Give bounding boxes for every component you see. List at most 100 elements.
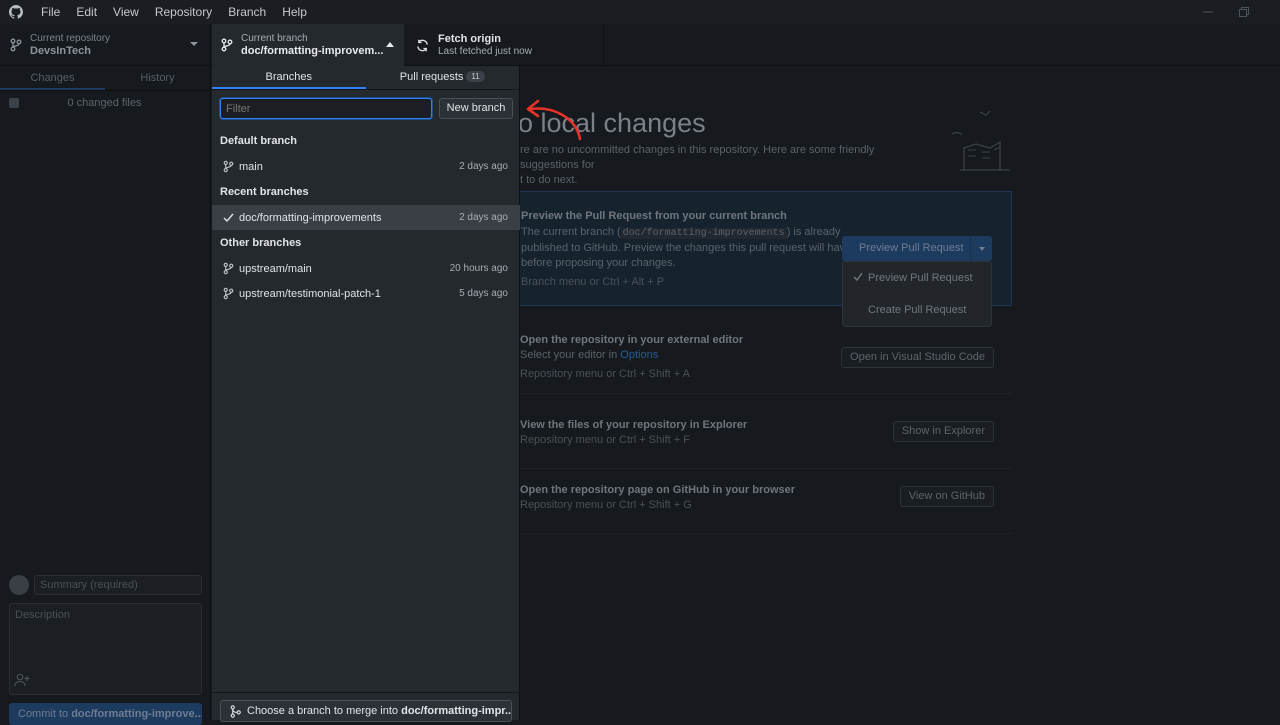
restore-icon bbox=[1239, 7, 1249, 17]
tab-history[interactable]: History bbox=[105, 66, 210, 90]
editor-card-title: Open the repository in your external edi… bbox=[520, 334, 744, 346]
branch-icon bbox=[223, 287, 234, 300]
current-repository-name: DevsInTech bbox=[30, 44, 91, 57]
add-coauthor-icon[interactable] bbox=[14, 673, 30, 687]
pr-desc-line-2: published to GitHub. Preview the changes… bbox=[521, 242, 852, 254]
summary-input[interactable]: Summary (required) bbox=[34, 575, 202, 595]
empty-state-illustration bbox=[952, 110, 1010, 171]
editor-card-hint: Repository menu or Ctrl + Shift + A bbox=[520, 368, 690, 380]
annotation-arrow-icon bbox=[526, 99, 582, 141]
check-icon bbox=[223, 212, 234, 223]
show-in-explorer-button[interactable]: Show in Explorer bbox=[892, 421, 994, 442]
restore-button[interactable] bbox=[1226, 0, 1262, 24]
branch-name: doc/formatting-improvements bbox=[239, 211, 382, 224]
current-repository-button[interactable]: Current repository DevsInTech bbox=[0, 24, 211, 66]
preview-pull-request-label: Preview Pull Request bbox=[859, 242, 964, 254]
default-branch-heading: Default branch bbox=[220, 135, 298, 147]
external-editor-card: Open the repository in your external edi… bbox=[510, 324, 1012, 394]
tab-changes[interactable]: Changes bbox=[0, 66, 105, 90]
fetch-origin-title: Fetch origin bbox=[438, 32, 501, 45]
other-branches-heading: Other branches bbox=[220, 237, 302, 249]
merge-icon bbox=[230, 705, 241, 718]
branch-item-current[interactable]: doc/formatting-improvements 2 days ago bbox=[212, 205, 520, 230]
title-bar: File Edit View Repository Branch Help bbox=[0, 0, 1280, 24]
branch-item-upstream-main[interactable]: upstream/main 20 hours ago bbox=[212, 256, 520, 281]
pr-desc-line-3: before proposing your changes. bbox=[521, 257, 676, 269]
pull-request-count-badge: 11 bbox=[466, 71, 485, 82]
new-branch-button[interactable]: New branch bbox=[439, 98, 513, 119]
minimize-icon bbox=[1203, 11, 1213, 13]
last-fetched-text: Last fetched just now bbox=[438, 45, 532, 57]
sidebar: Changes History 0 changed files Summary … bbox=[0, 66, 211, 725]
explorer-card-hint: Repository menu or Ctrl + Shift + F bbox=[520, 434, 690, 446]
branch-icon bbox=[223, 262, 234, 275]
github-logo-icon bbox=[9, 5, 23, 19]
branch-filter-input[interactable] bbox=[220, 98, 432, 119]
pr-desc-pre: The current branch ( bbox=[521, 226, 621, 238]
menu-edit[interactable]: Edit bbox=[68, 0, 105, 24]
menu-help[interactable]: Help bbox=[274, 0, 315, 24]
tab-pull-requests[interactable]: Pull requests 11 bbox=[366, 66, 520, 89]
view-on-github-button[interactable]: View on GitHub bbox=[899, 486, 994, 507]
select-all-checkbox[interactable] bbox=[9, 98, 19, 108]
branch-timestamp: 20 hours ago bbox=[449, 263, 508, 274]
menu-create-pull-request[interactable]: Create Pull Request bbox=[843, 294, 991, 326]
preview-pull-request-button[interactable]: Preview Pull Request bbox=[842, 236, 992, 261]
menu-branch[interactable]: Branch bbox=[220, 0, 274, 24]
menu-create-pull-request-label: Create Pull Request bbox=[868, 304, 967, 316]
current-branch-button[interactable]: Current branch doc/formatting-improvem..… bbox=[212, 24, 404, 66]
commit-button[interactable]: Commit to doc/formatting-improve... bbox=[9, 703, 202, 725]
editor-card-description: Select your editor in Options bbox=[520, 348, 658, 363]
branch-dropdown-tabs: Branches Pull requests 11 bbox=[212, 66, 519, 90]
menu-file[interactable]: File bbox=[33, 0, 68, 24]
changed-files-count: 0 changed files bbox=[67, 97, 142, 109]
explorer-card: View the files of your repository in Exp… bbox=[510, 409, 1012, 469]
fetch-origin-button[interactable]: Fetch origin Last fetched just now bbox=[404, 24, 604, 66]
page-subtitle: re are no uncommitted changes in this re… bbox=[520, 143, 920, 188]
pr-branch-code: doc/formatting-improvements bbox=[620, 228, 787, 239]
commit-button-branch: doc/formatting-improve... bbox=[71, 708, 202, 720]
merge-into-branch-button[interactable]: Choose a branch to merge into doc/format… bbox=[220, 700, 512, 722]
menu-view[interactable]: View bbox=[105, 0, 147, 24]
avatar bbox=[9, 575, 29, 595]
chevron-down-icon bbox=[190, 42, 198, 46]
changed-files-header: 0 changed files bbox=[0, 91, 210, 115]
chevron-up-icon bbox=[386, 42, 394, 47]
merge-button-prefix: Choose a branch to merge into bbox=[247, 705, 402, 717]
description-input[interactable]: Description bbox=[9, 603, 202, 695]
divider bbox=[212, 692, 520, 693]
pr-card-title: Preview the Pull Request from your curre… bbox=[521, 210, 787, 222]
page-subtitle-line-1: re are no uncommitted changes in this re… bbox=[520, 144, 875, 171]
current-branch-name: doc/formatting-improvem... bbox=[241, 44, 384, 57]
branch-item-main[interactable]: main 2 days ago bbox=[212, 154, 520, 179]
sidebar-tabs: Changes History bbox=[0, 66, 210, 91]
sync-icon bbox=[417, 39, 428, 51]
tab-pull-requests-label: Pull requests bbox=[399, 71, 464, 83]
minimize-button[interactable] bbox=[1190, 0, 1226, 24]
pull-request-menu: Preview Pull Request Create Pull Request bbox=[842, 261, 992, 327]
menu-repository[interactable]: Repository bbox=[147, 0, 220, 24]
branch-timestamp: 2 days ago bbox=[459, 212, 508, 223]
pr-desc-post: ) is already bbox=[786, 226, 841, 238]
branch-dropdown: Branches Pull requests11 New branch Defa… bbox=[212, 66, 520, 722]
repo-icon bbox=[10, 38, 22, 52]
open-in-vscode-button[interactable]: Open in Visual Studio Code bbox=[841, 347, 994, 368]
menu-preview-pull-request[interactable]: Preview Pull Request bbox=[843, 262, 991, 294]
branch-timestamp: 5 days ago bbox=[459, 288, 508, 299]
github-card-hint: Repository menu or Ctrl + Shift + G bbox=[520, 499, 692, 511]
branch-icon bbox=[221, 38, 233, 52]
menu-preview-pull-request-label: Preview Pull Request bbox=[868, 272, 973, 284]
pr-card-hint: Branch menu or Ctrl + Alt + P bbox=[521, 276, 665, 288]
page-subtitle-line-2: t to do next. bbox=[520, 174, 578, 186]
current-branch-label: Current branch bbox=[241, 32, 308, 44]
branch-name: upstream/main bbox=[239, 262, 312, 275]
branch-item-upstream-testimonial-patch[interactable]: upstream/testimonial-patch-1 5 days ago bbox=[212, 281, 520, 306]
pr-card-description: The current branch (doc/formatting-impro… bbox=[521, 225, 851, 271]
commit-button-prefix: Commit to bbox=[18, 708, 72, 720]
explorer-card-title: View the files of your repository in Exp… bbox=[520, 419, 748, 431]
chevron-down-icon[interactable] bbox=[970, 236, 992, 261]
current-repository-label: Current repository bbox=[30, 32, 111, 44]
branch-timestamp: 2 days ago bbox=[459, 161, 508, 172]
options-link[interactable]: Options bbox=[620, 349, 658, 361]
tab-branches[interactable]: Branches bbox=[212, 66, 366, 89]
